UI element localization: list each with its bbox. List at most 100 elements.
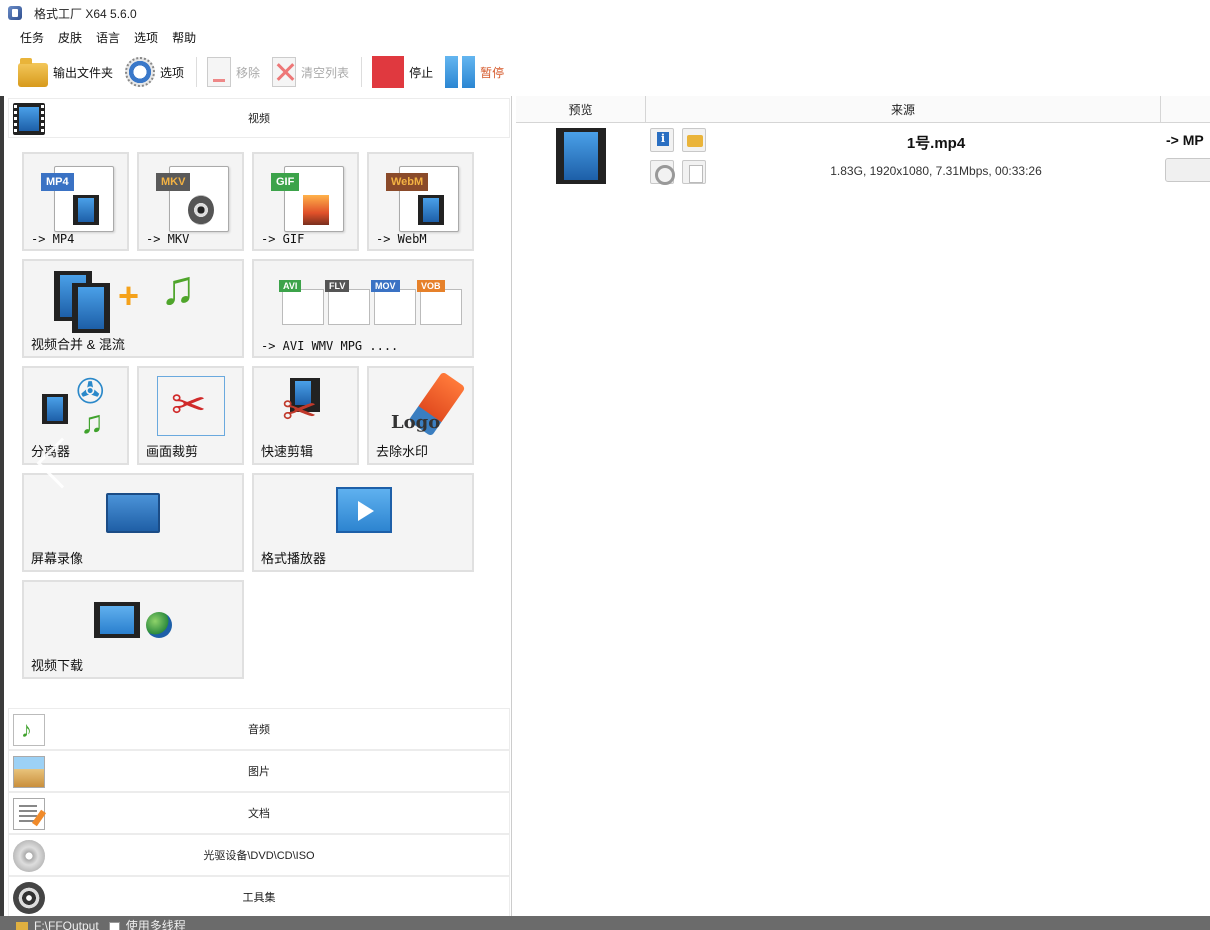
tile-quick-cut[interactable]: ✂ 快速剪辑 (252, 366, 359, 465)
screen-record-icon (106, 493, 160, 533)
logo-text: Logo (391, 412, 441, 433)
pause-label: 暂停 (480, 65, 505, 80)
tile-to-mp4-label: -> MP4 (31, 232, 75, 246)
category-picture-label: 图片 (248, 766, 270, 778)
audio-icon (13, 714, 45, 746)
task-list: 预览 来源 1号.mp4 1.83G, 1920x1080, 7.31Mbps,… (516, 96, 1210, 916)
pause-button[interactable]: 暂停 (445, 56, 504, 88)
scissors-icon: ✂ (171, 381, 207, 428)
menu-language[interactable]: 语言 (96, 29, 120, 46)
tile-player-label: 格式播放器 (261, 551, 327, 566)
column-source-label: 来源 (890, 102, 915, 117)
tile-crop[interactable]: ✂ 画面裁剪 (137, 366, 244, 465)
multithread-label: 使用多线程 (125, 919, 186, 930)
settings-button[interactable] (650, 160, 675, 185)
category-audio[interactable]: 音频 (8, 708, 510, 750)
task-output-format: -> MP (1166, 132, 1204, 148)
tile-to-mkv[interactable]: MKV -> MKV (137, 152, 244, 251)
clear-list-icon (272, 57, 297, 87)
vob-icon: VOB (417, 280, 462, 325)
remove-button[interactable]: 移除 (207, 57, 260, 87)
pause-icon (445, 56, 476, 88)
music-note-icon: ♫ (160, 262, 196, 315)
tile-remove-watermark-label: 去除水印 (376, 444, 429, 459)
clear-list-button[interactable]: 清空列表 (272, 57, 349, 87)
player-icon (336, 487, 392, 533)
disc-icon (188, 195, 214, 225)
edit-clip-button[interactable] (682, 160, 706, 184)
category-document[interactable]: 文档 (8, 792, 510, 834)
toolbar-separator (196, 57, 198, 87)
music-note-icon: ♫ (80, 404, 104, 440)
mkv-file-icon: MKV (156, 166, 229, 232)
output-folder-label: 输出文件夹 (53, 65, 114, 80)
film-icon (94, 602, 140, 638)
picture-icon (13, 756, 45, 788)
tile-to-gif[interactable]: GIF -> GIF (252, 152, 359, 251)
menu-skin[interactable]: 皮肤 (58, 29, 82, 46)
category-tools-label: 工具集 (242, 892, 276, 904)
film-icon (73, 195, 99, 225)
column-preview-label: 预览 (568, 102, 593, 117)
options-button[interactable]: 选项 (125, 57, 184, 87)
category-tools[interactable]: 工具集 (8, 876, 510, 918)
menu-options[interactable]: 选项 (134, 29, 158, 46)
output-folder-button[interactable]: 输出文件夹 (18, 58, 114, 87)
output-settings-button[interactable] (1165, 158, 1210, 182)
tile-to-mp4[interactable]: MP4 -> MP4 (22, 152, 129, 251)
tile-remove-watermark[interactable]: Logo 去除水印 (367, 366, 474, 465)
app-icon (8, 6, 22, 20)
stop-label: 停止 (409, 65, 434, 80)
category-disc[interactable]: 光驱设备\DVD\CD\ISO (8, 834, 510, 876)
options-gear-icon (125, 57, 156, 87)
webm-tag: WebM (386, 173, 429, 191)
remove-label: 移除 (236, 65, 261, 80)
column-header-preview[interactable]: 预览 (516, 96, 646, 123)
window-edge (0, 96, 4, 916)
tile-video-download[interactable]: 视频下载 (22, 580, 244, 679)
stop-button[interactable]: 停止 (372, 56, 433, 88)
output-path[interactable]: F:\FFOutput (34, 916, 99, 930)
tile-screen-record[interactable]: 屏幕录像 (22, 473, 244, 572)
document-icon (13, 798, 45, 830)
avi-tag: AVI (279, 280, 302, 292)
status-bar: F:\FFOutput 使用多线程 (0, 916, 1210, 930)
tile-to-mkv-label: -> MKV (146, 232, 190, 246)
film-icon (418, 195, 444, 225)
tile-more-formats-label: -> AVI WMV MPG .... (261, 339, 399, 353)
vob-tag: VOB (417, 280, 445, 292)
options-label: 选项 (160, 65, 185, 80)
menu-task[interactable]: 任务 (20, 29, 44, 46)
tile-more-formats[interactable]: AVI FLV MOV VOB -> AVI WMV MPG .... (252, 259, 474, 358)
tile-to-webm-label: -> WebM (376, 232, 427, 246)
tile-merge-mux[interactable]: + ♫ 视频合并 & 混流 (22, 259, 244, 358)
mov-tag: MOV (371, 280, 400, 292)
toolbar: 输出文件夹 选项 移除 清空列表 停止 暂停 (0, 50, 1210, 94)
category-video-label: 视频 (248, 113, 270, 125)
open-folder-button[interactable] (682, 128, 706, 152)
tile-player[interactable]: 格式播放器 (252, 473, 474, 572)
remove-icon (207, 57, 232, 87)
column-header-output[interactable] (1161, 96, 1210, 123)
info-button[interactable] (650, 128, 674, 152)
scissors-icon: ✂ (282, 387, 318, 434)
category-document-label: 文档 (248, 808, 270, 820)
tile-quick-cut-label: 快速剪辑 (261, 444, 314, 459)
film-reel-icon (13, 882, 45, 914)
film-icon (42, 394, 68, 424)
tile-screen-record-label: 屏幕录像 (31, 551, 84, 566)
category-video[interactable]: 视频 (8, 98, 510, 138)
tile-crop-label: 画面裁剪 (146, 444, 199, 459)
folder-icon (16, 922, 28, 930)
gif-tag: GIF (271, 173, 300, 191)
mp4-tag: MP4 (41, 173, 74, 191)
multithread-checkbox[interactable] (108, 922, 120, 930)
tile-merge-mux-label: 视频合并 & 混流 (31, 337, 125, 352)
column-header-source[interactable]: 来源 (646, 96, 1161, 123)
tile-to-webm[interactable]: WebM -> WebM (367, 152, 474, 251)
task-filename: 1号.mp4 (906, 135, 966, 152)
clear-list-label: 清空列表 (301, 65, 350, 80)
film-icon (72, 283, 110, 333)
menu-help[interactable]: 帮助 (172, 29, 196, 46)
category-picture[interactable]: 图片 (8, 750, 510, 792)
